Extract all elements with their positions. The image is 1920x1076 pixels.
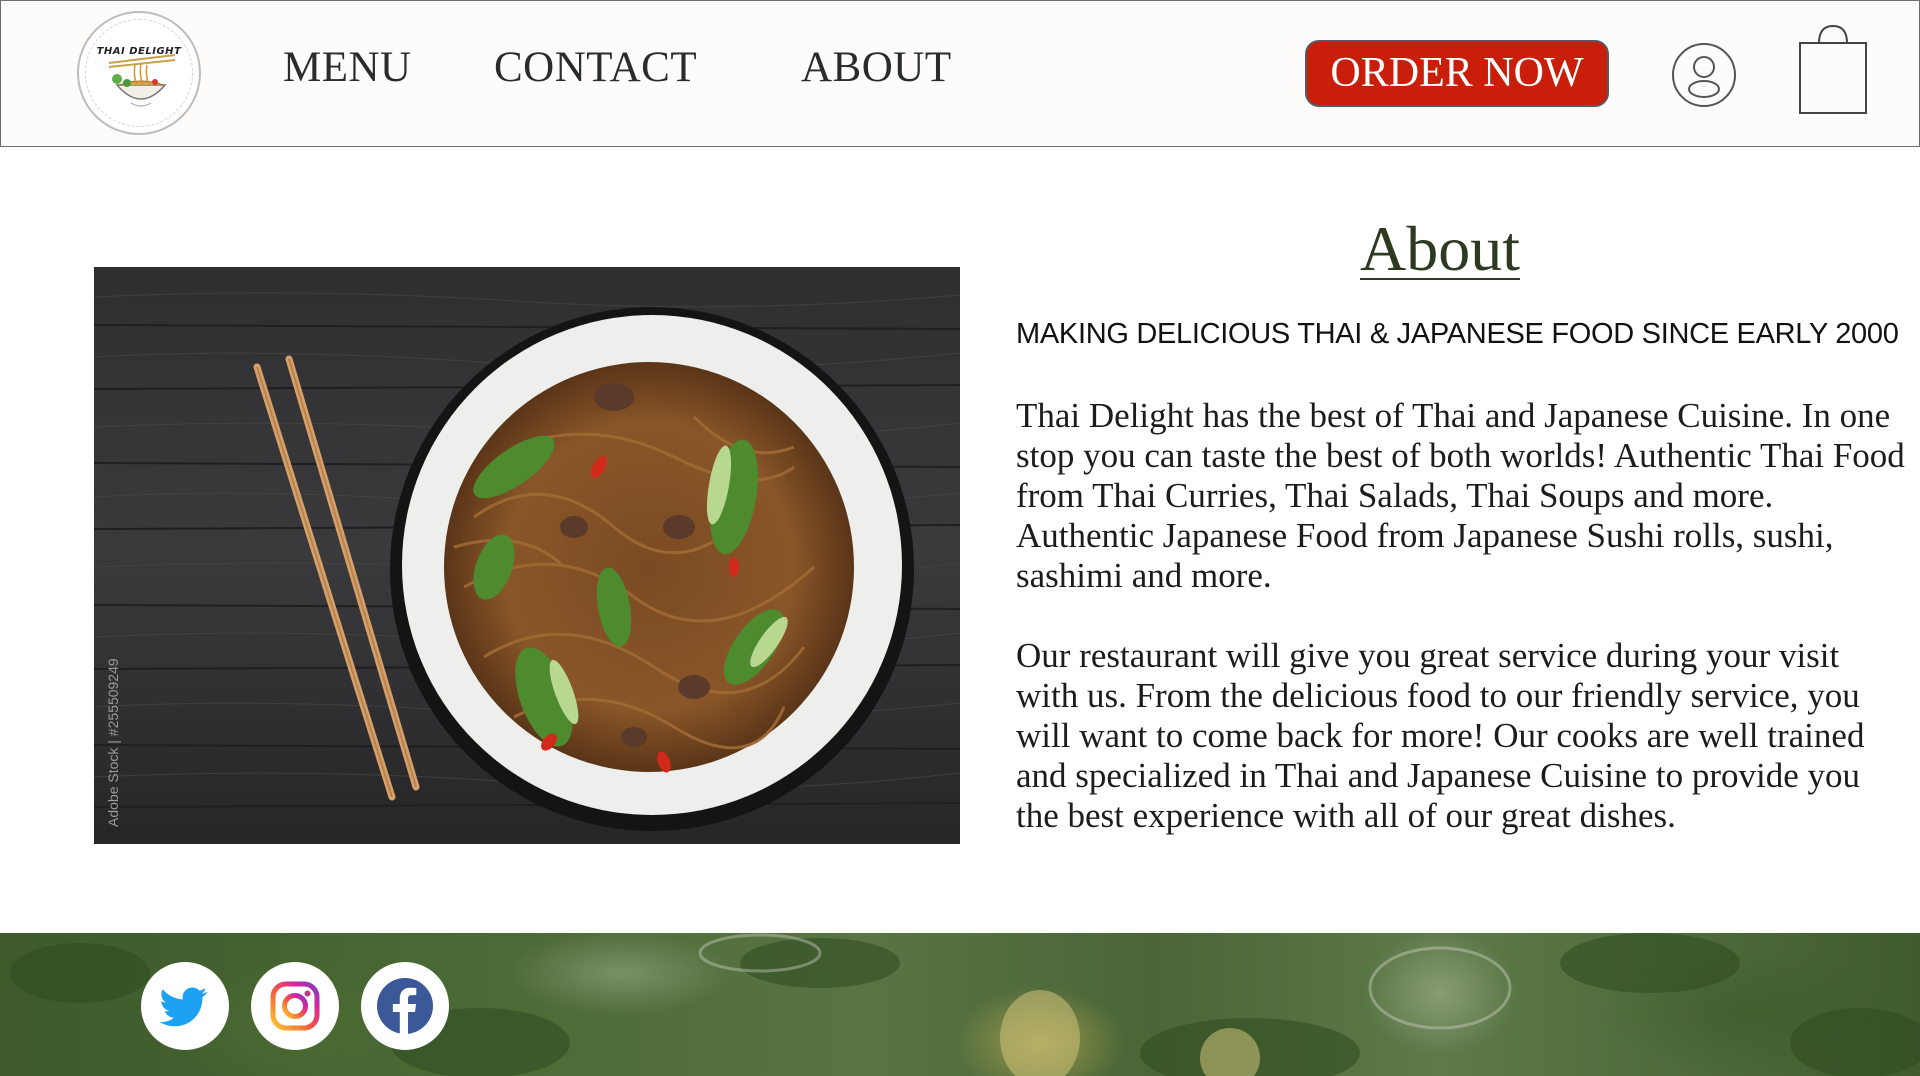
site-header: THAI DELIGHT MENU CONTACT ABOUT ORDER NO… (0, 0, 1920, 147)
stir-fry-noodles-photo: Adobe Stock | #255509249 (94, 267, 960, 844)
nav-menu[interactable]: MENU (283, 43, 412, 92)
stock-watermark: Adobe Stock | #255509249 (105, 658, 121, 827)
nav-about[interactable]: ABOUT (801, 43, 952, 92)
order-now-button[interactable]: ORDER NOW (1305, 40, 1609, 107)
noodle-dish-illustration: Adobe Stock | #255509249 (94, 267, 960, 844)
about-paragraph-service: Our restaurant will give you great servi… (1016, 636, 1865, 835)
about-tagline: MAKING DELICIOUS THAI & JAPANESE FOOD SI… (1016, 318, 1899, 350)
facebook-button[interactable] (361, 962, 449, 1050)
thai-delight-logo[interactable]: THAI DELIGHT (77, 11, 201, 135)
about-paragraph-cuisine: Thai Delight has the best of Thai and Ja… (1016, 396, 1905, 595)
twitter-icon (159, 987, 208, 1027)
shopping-bag-icon[interactable] (1797, 23, 1871, 117)
noodle-bowl-icon (108, 54, 176, 107)
instagram-icon (270, 981, 320, 1031)
twitter-button[interactable] (141, 962, 229, 1050)
user-account-icon[interactable] (1671, 42, 1737, 108)
about-heading: About (1360, 213, 1520, 284)
instagram-button[interactable] (251, 962, 339, 1050)
nav-contact[interactable]: CONTACT (494, 43, 697, 92)
facebook-icon (377, 978, 433, 1034)
